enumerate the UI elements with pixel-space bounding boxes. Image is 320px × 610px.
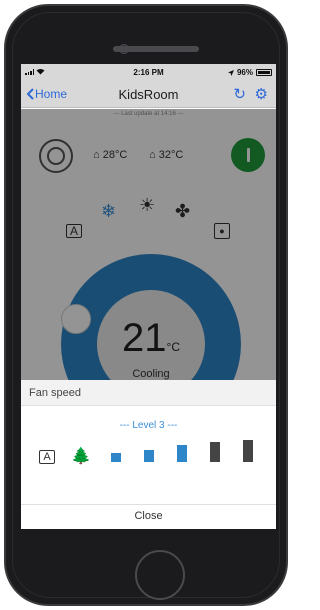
- app-screen: 2:16 PM 96% Home KidsRoom ↻ ⚙ --- Last u…: [21, 64, 276, 529]
- fan-auto-icon[interactable]: A: [39, 450, 55, 464]
- fan-speed-bar-5[interactable]: [243, 440, 253, 462]
- quiet-mode-icon[interactable]: 🌲: [71, 446, 91, 466]
- fan-speed-bar-3[interactable]: [177, 445, 187, 462]
- fan-level-label: --- Level 3 ---: [119, 420, 178, 431]
- top-dim-overlay: [21, 64, 276, 108]
- sheet-title: Fan speed: [29, 387, 81, 399]
- sheet-header: Fan speed: [21, 380, 276, 406]
- divider: [21, 504, 276, 505]
- earpiece-speaker: [113, 46, 199, 52]
- home-button[interactable]: [135, 550, 185, 600]
- close-button[interactable]: Close: [21, 510, 276, 522]
- fan-speed-sheet: Fan speed --- Level 3 --- A 🌲 Close: [21, 380, 276, 529]
- fan-speed-bar-4[interactable]: [210, 442, 220, 462]
- fan-speed-bar-2[interactable]: [144, 450, 154, 462]
- fan-speed-bar-1[interactable]: [111, 453, 121, 462]
- fan-speed-options: A 🌲: [29, 440, 269, 468]
